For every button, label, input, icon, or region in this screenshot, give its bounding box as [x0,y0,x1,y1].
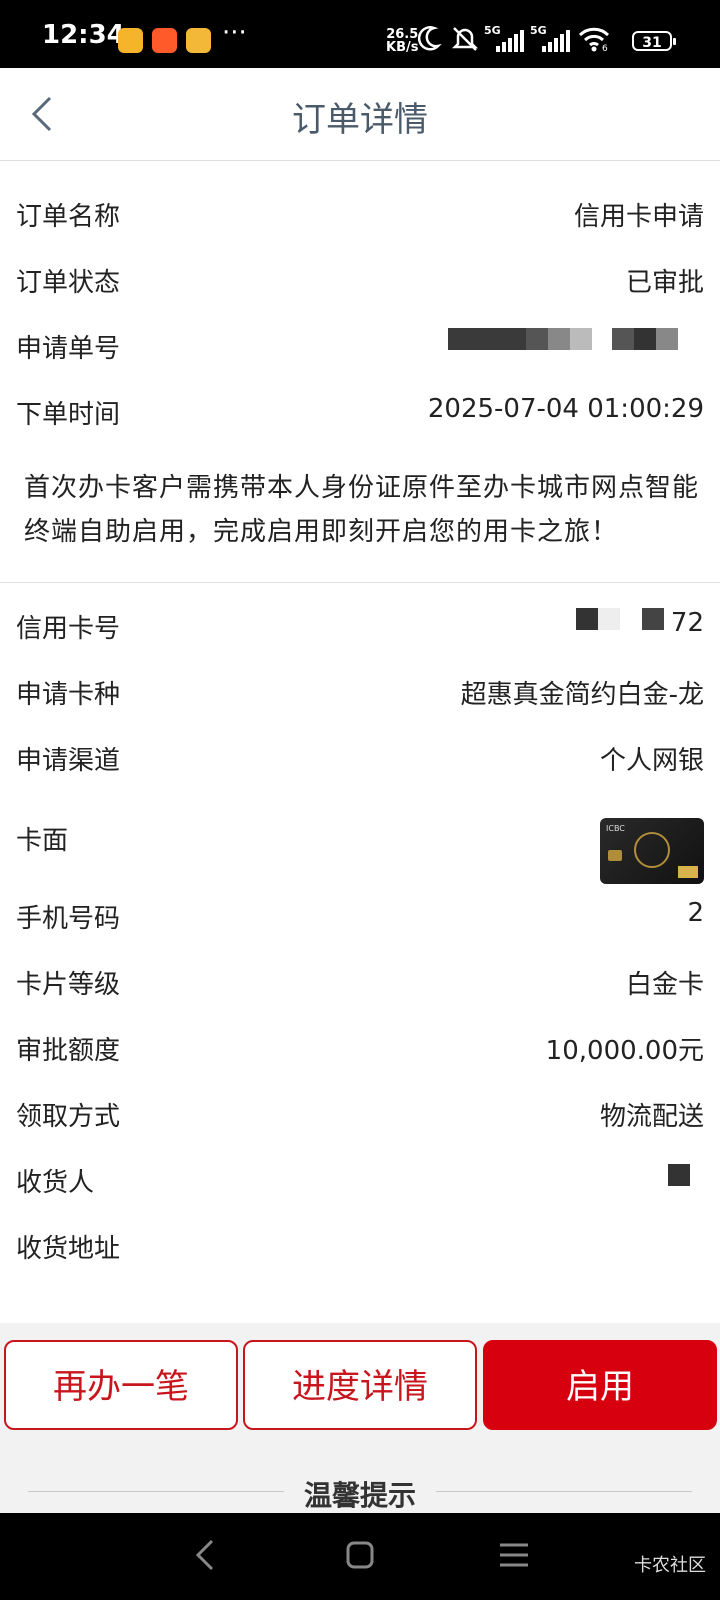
phone-row: 手机号码 2 [0,886,720,946]
card-face-label: 卡面 [16,826,69,856]
credit-limit-label: 审批额度 [16,1036,121,1066]
card-chip-icon [608,850,622,861]
dragon-emblem-icon [634,832,670,868]
credit-limit-value: 10,000.00元 [545,1036,704,1066]
notes-app-icon [118,28,143,53]
section-divider [0,582,720,583]
order-time-label: 下单时间 [16,400,121,430]
card-brand-icon [678,866,698,878]
order-status-label: 订单状态 [16,268,121,298]
kuaishou-app-icon [152,28,177,53]
card-number-tail: 72 [670,608,704,638]
channel-row: 申请渠道 个人网银 [0,728,720,788]
phone-label: 手机号码 [16,904,121,934]
moon-icon [417,26,442,51]
more-notifications-icon: ··· [222,18,247,48]
order-name-row: 订单名称 信用卡申请 [0,184,720,244]
weibo-app-icon [186,28,211,53]
receiver-label: 收货人 [16,1168,95,1198]
order-status-value: 已审批 [625,268,704,298]
channel-label: 申请渠道 [16,746,121,776]
signal-bars-2-icon [542,30,570,52]
order-number-row: 申请单号 [0,316,720,376]
pickup-value: 物流配送 [599,1102,704,1132]
order-time-value: 2025-07-04 01:00:29 [427,394,704,424]
status-time: 12:34 [42,20,125,50]
receiver-redacted [668,1164,690,1186]
tips-title: 温馨提示 [303,1479,416,1512]
order-name-label: 订单名称 [16,202,121,232]
activation-notice: 首次办卡客户需携带本人身份证原件至办卡城市网点智能终端自助启用，完成启用即刻开启… [24,473,700,547]
card-level-label: 卡片等级 [16,970,121,1000]
network-speed: 26.5 KB/s [386,27,419,55]
order-time-row: 下单时间 2025-07-04 01:00:29 [0,382,720,442]
card-level-row: 卡片等级 白金卡 [0,952,720,1012]
card-type-value: 超惠真金简约白金-龙 [460,680,704,710]
order-status-row: 订单状态 已审批 [0,250,720,310]
activate-button[interactable]: 启用 [483,1340,717,1430]
nav-menu-icon[interactable] [494,1535,534,1575]
nav-back-icon[interactable] [186,1535,226,1575]
status-bar: 12:34 ··· 26.5 KB/s 5G 5G 6 31 [0,0,720,68]
wifi-sub: 6 [602,44,608,54]
card-level-value: 白金卡 [625,970,704,1000]
phone-value-tail: 2 [687,898,704,928]
card-number-row: 信用卡号 72 [0,596,720,656]
progress-details-button[interactable]: 进度详情 [243,1340,477,1430]
signal-bars-1-icon [496,30,524,52]
header-bar: 订单详情 [0,68,720,161]
card-number-label: 信用卡号 [16,614,121,644]
card-type-row: 申请卡种 超惠真金简约白金-龙 [0,662,720,722]
apply-again-button[interactable]: 再办一笔 [4,1340,238,1430]
system-nav-bar: 卡农社区 [0,1513,720,1600]
address-row: 收货地址 [0,1216,720,1276]
nav-home-icon[interactable] [340,1535,380,1575]
watermark-text: 卡农社区 [634,1555,706,1576]
pickup-row: 领取方式 物流配送 [0,1084,720,1144]
bank-logo: ICBC [606,824,625,833]
card-number-redacted [576,608,682,630]
page-title: 订单详情 [292,100,428,140]
silent-icon [451,27,479,51]
battery-icon: 31 [632,31,676,51]
address-label: 收货地址 [16,1234,121,1264]
card-type-label: 申请卡种 [16,680,121,710]
credit-limit-row: 审批额度 10,000.00元 [0,1018,720,1078]
order-number-label: 申请单号 [16,334,121,364]
channel-value: 个人网银 [599,746,704,776]
pickup-label: 领取方式 [16,1102,121,1132]
card-face-image[interactable]: ICBC [600,818,704,884]
receiver-row: 收货人 [0,1150,720,1210]
order-name-value: 信用卡申请 [573,202,704,232]
order-number-redacted [448,328,684,350]
